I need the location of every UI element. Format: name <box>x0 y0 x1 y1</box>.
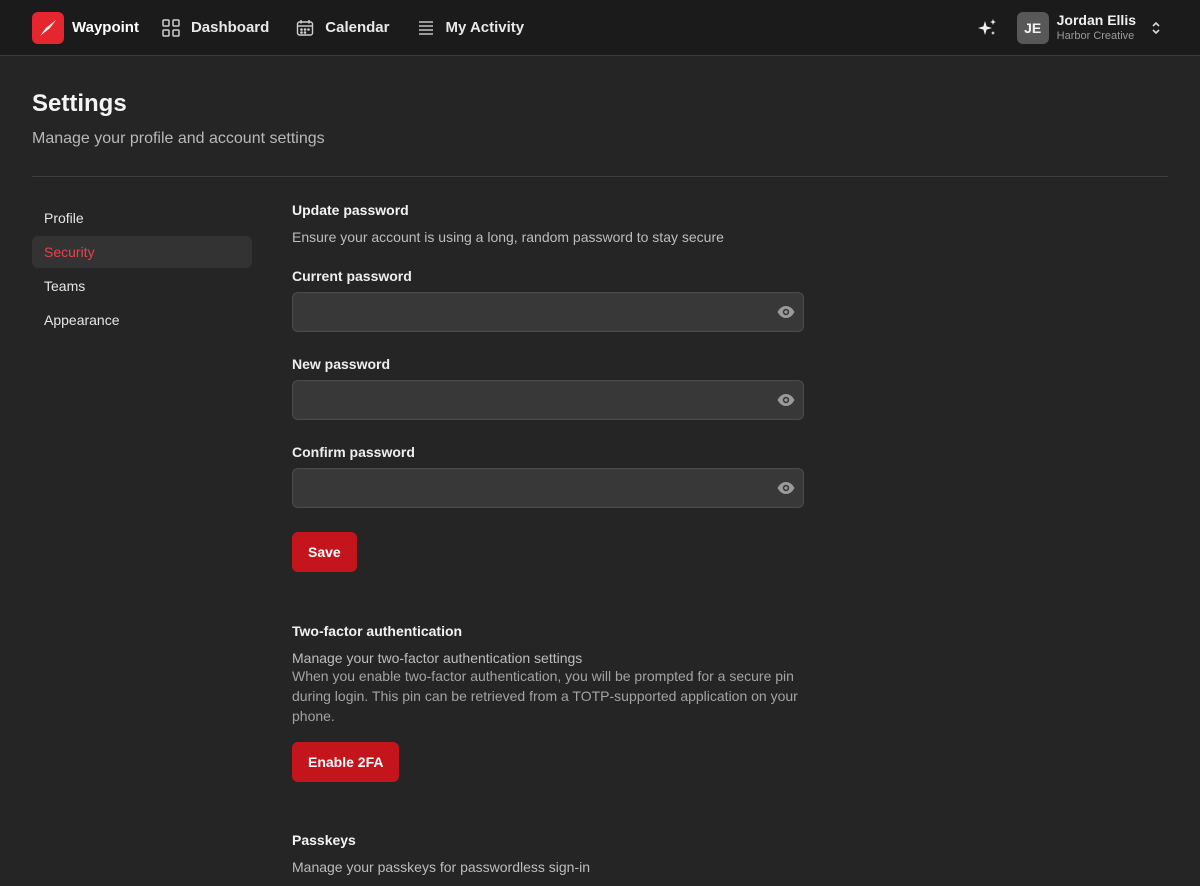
nav-label: My Activity <box>445 19 525 36</box>
main-nav: Dashboard Calendar My Activity <box>161 18 550 38</box>
confirm-password-wrap <box>292 468 804 508</box>
current-password-wrap <box>292 292 804 332</box>
sparkles-icon[interactable] <box>975 16 999 40</box>
sidebar-item-teams[interactable]: Teams <box>32 270 252 302</box>
sidebar-item-security[interactable]: Security <box>32 236 252 268</box>
enable-2fa-button[interactable]: Enable 2FA <box>292 742 400 782</box>
user-info: Jordan Ellis Harbor Creative <box>1057 12 1136 44</box>
nav-item-dashboard[interactable]: Dashboard <box>161 18 269 38</box>
grid-icon <box>161 18 181 38</box>
top-right: JE Jordan Ellis Harbor Creative <box>975 0 1200 56</box>
section-title-password: Update password <box>292 202 409 218</box>
settings-sidebar: Profile Security Teams Appearance <box>32 202 252 338</box>
app-name: Waypoint <box>72 19 139 36</box>
eye-icon[interactable] <box>776 302 796 322</box>
brand[interactable]: Waypoint <box>32 11 139 44</box>
sidebar-item-profile[interactable]: Profile <box>32 202 252 234</box>
calendar-icon <box>295 18 315 38</box>
avatar: JE <box>1016 12 1049 44</box>
compass-logo-icon <box>32 11 64 44</box>
section-description-2fa: Manage your two-factor authentication se… <box>292 650 583 666</box>
section-description-passkeys: Manage your passkeys for passwordless si… <box>292 859 591 875</box>
new-password-input[interactable] <box>292 380 804 420</box>
page-title: Settings <box>32 90 127 117</box>
section-title-2fa: Two-factor authentication <box>292 623 463 639</box>
nav-item-calendar[interactable]: Calendar <box>295 18 390 38</box>
section-title-passkeys: Passkeys <box>292 832 356 848</box>
top-bar: Waypoint Dashboard Calendar My Activity … <box>0 0 1200 56</box>
user-name: Jordan Ellis <box>1056 12 1136 28</box>
current-password-label: Current password <box>292 268 412 284</box>
current-password-input[interactable] <box>292 292 804 332</box>
user-org: Harbor Creative <box>1056 30 1135 42</box>
nav-label: Calendar <box>325 19 390 36</box>
eye-icon[interactable] <box>776 390 796 410</box>
list-icon <box>416 18 436 38</box>
user-menu[interactable]: JE Jordan Ellis Harbor Creative <box>1016 12 1162 44</box>
nav-item-my-activity[interactable]: My Activity <box>416 18 525 38</box>
sidebar-item-appearance[interactable]: Appearance <box>32 304 252 336</box>
new-password-wrap <box>292 380 804 420</box>
nav-label: Dashboard <box>190 19 270 36</box>
eye-icon[interactable] <box>776 478 796 498</box>
page-subtitle: Manage your profile and account settings <box>32 130 325 147</box>
confirm-password-input[interactable] <box>292 468 804 508</box>
confirm-password-label: Confirm password <box>292 444 415 460</box>
new-password-label: New password <box>292 356 391 372</box>
chevron-up-down-icon <box>1150 19 1162 37</box>
security-content: Update password Ensure your account is u… <box>292 202 804 875</box>
section-description-password: Ensure your account is using a long, ran… <box>292 229 724 245</box>
divider <box>32 176 1168 177</box>
save-button[interactable]: Save <box>292 532 357 572</box>
2fa-detail-text: When you enable two-factor authenticatio… <box>292 668 798 724</box>
